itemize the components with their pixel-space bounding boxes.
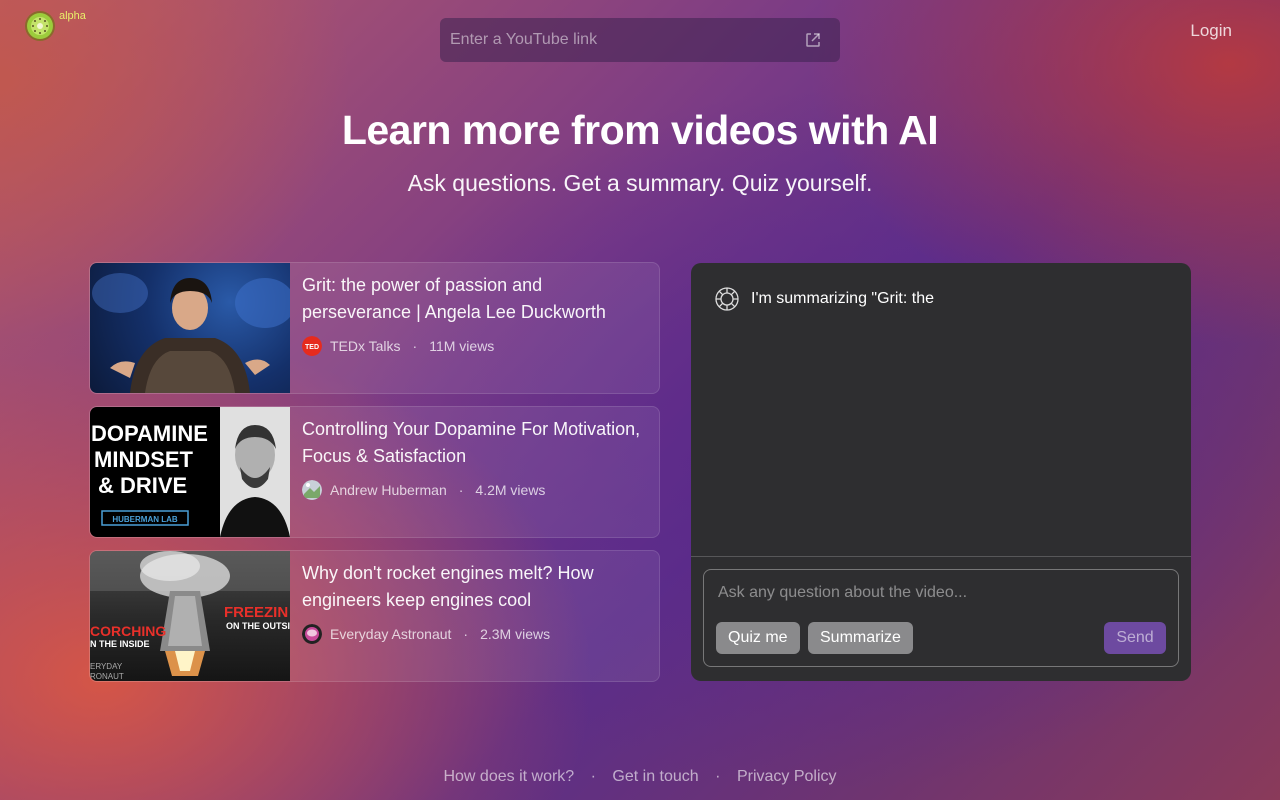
thumbnail-text: & DRIVE — [98, 473, 187, 498]
how-it-works-link[interactable]: How does it work? — [443, 768, 574, 785]
external-link-icon[interactable] — [804, 31, 822, 49]
meta-separator: · — [458, 482, 464, 498]
assistant-message-text: I'm summarizing "Grit: the — [751, 290, 934, 307]
video-thumbnail[interactable]: DOPAMINE MINDSET & DRIVE HUBERMAN LAB — [90, 407, 290, 537]
video-card-grit[interactable]: Grit: the power of passion and persevera… — [89, 262, 660, 394]
footer-separator: · — [715, 768, 721, 785]
view-count: 4.2M views — [475, 482, 546, 498]
thumbnail-text: ERYDAY — [90, 662, 123, 671]
video-card-dopamine[interactable]: DOPAMINE MINDSET & DRIVE HUBERMAN LAB Co… — [89, 406, 660, 538]
youtube-link-input[interactable] — [450, 31, 804, 49]
video-title[interactable]: Controlling Your Dopamine For Motivation… — [302, 416, 647, 470]
get-in-touch-link[interactable]: Get in touch — [612, 768, 698, 785]
thumbnail-text: RONAUT — [90, 672, 124, 681]
chat-panel: I'm summarizing "Grit: the Quiz me Summa… — [691, 263, 1191, 681]
kiwi-logo-icon[interactable] — [24, 10, 56, 42]
privacy-policy-link[interactable]: Privacy Policy — [737, 768, 837, 785]
thumbnail-text: HUBERMAN LAB — [112, 515, 178, 524]
video-thumbnail[interactable] — [90, 263, 290, 393]
view-count: 2.3M views — [480, 626, 551, 642]
video-thumbnail[interactable]: FREEZIN ON THE OUTSI CORCHING N THE INSI… — [90, 551, 290, 681]
meta-separator: · — [463, 626, 469, 642]
thumbnail-text: CORCHING — [90, 623, 166, 639]
hero-subtitle: Ask questions. Get a summary. Quiz yours… — [407, 170, 873, 196]
channel-name: Everyday Astronaut — [330, 626, 452, 642]
video-title[interactable]: Why don't rocket engines melt? How engin… — [302, 560, 647, 614]
thumbnail-text: MINDSET — [94, 447, 194, 472]
ted-channel-avatar: TED — [302, 336, 322, 356]
footer-separator: · — [590, 768, 596, 785]
youtube-link-bar[interactable] — [440, 18, 840, 62]
loading-spinner-icon — [715, 287, 739, 311]
view-count: 11M views — [429, 338, 495, 354]
summarize-button[interactable]: Summarize — [808, 622, 913, 654]
question-input[interactable] — [718, 584, 1158, 602]
quiz-me-button[interactable]: Quiz me — [716, 622, 800, 654]
hero-title: Learn more from videos with AI — [341, 107, 939, 153]
thumbnail-text: DOPAMINE — [91, 421, 208, 446]
everyday-astronaut-channel-avatar — [302, 624, 322, 644]
login-link[interactable]: Login — [1190, 21, 1232, 41]
assistant-message: I'm summarizing "Grit: the — [691, 263, 1191, 311]
footer: How does it work? · Get in touch · Priva… — [0, 768, 1280, 786]
alpha-badge: alpha — [59, 10, 86, 22]
thumbnail-text: FREEZIN — [224, 604, 288, 621]
channel-name: Andrew Huberman — [330, 482, 447, 498]
video-list: Grit: the power of passion and persevera… — [89, 262, 660, 694]
video-title[interactable]: Grit: the power of passion and persevera… — [302, 272, 647, 326]
video-card-rocket[interactable]: FREEZIN ON THE OUTSI CORCHING N THE INSI… — [89, 550, 660, 682]
channel-name: TEDx Talks — [330, 338, 401, 354]
ted-badge-text: TED — [305, 344, 319, 351]
send-button[interactable]: Send — [1104, 622, 1166, 654]
chat-divider — [691, 556, 1191, 557]
thumbnail-text: ON THE OUTSI — [226, 621, 290, 631]
huberman-channel-avatar — [302, 480, 322, 500]
thumbnail-text: N THE INSIDE — [90, 639, 150, 649]
chat-input-box[interactable]: Quiz me Summarize Send — [703, 569, 1179, 667]
meta-separator: · — [412, 338, 418, 354]
